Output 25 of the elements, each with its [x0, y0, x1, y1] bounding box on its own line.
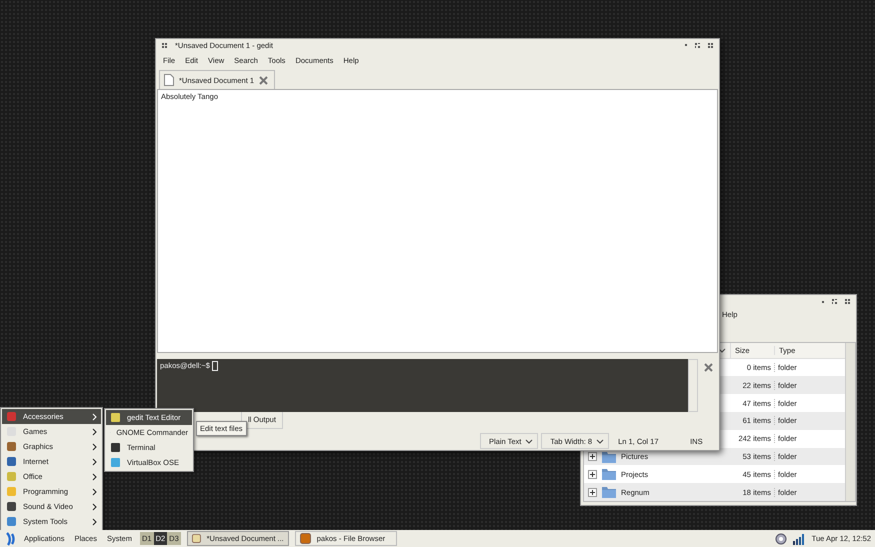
caret-icon — [525, 438, 534, 444]
scrollbar[interactable] — [688, 359, 698, 412]
foot-logo-icon[interactable] — [4, 532, 16, 546]
folder-icon — [602, 468, 616, 480]
minimize-icon[interactable] — [822, 300, 824, 303]
folder-icon — [602, 486, 616, 498]
text-cursor — [212, 361, 218, 371]
category-icon — [6, 411, 17, 422]
expander-icon[interactable] — [588, 488, 597, 497]
expander-icon[interactable] — [588, 452, 597, 461]
app-icon — [300, 533, 311, 544]
caret-icon — [596, 438, 604, 444]
document-icon — [164, 74, 174, 86]
signal-bars-icon[interactable] — [792, 532, 806, 544]
category-icon — [6, 441, 17, 452]
folder-icon — [602, 450, 616, 462]
category-icon — [6, 486, 17, 497]
scrollbar[interactable] — [845, 342, 855, 501]
expander-icon[interactable] — [588, 470, 597, 479]
category-icon — [6, 471, 17, 482]
category-icon — [6, 456, 17, 467]
app-icon — [192, 533, 201, 544]
category-icon — [6, 516, 17, 527]
category-icon — [6, 501, 17, 512]
sort-caret-icon[interactable] — [718, 348, 726, 353]
